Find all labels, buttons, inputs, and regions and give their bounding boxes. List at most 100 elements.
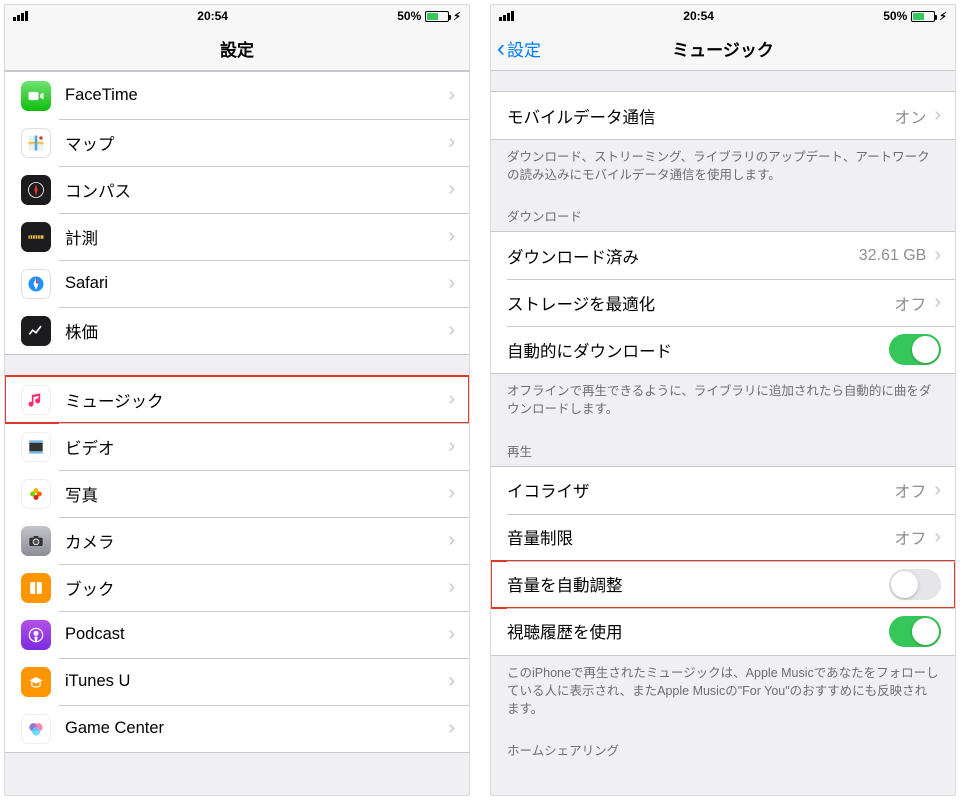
toggle-listening-history[interactable] xyxy=(889,616,941,647)
status-bar: 20:54 50% ⚡︎ xyxy=(5,5,469,27)
row-value: オフ xyxy=(894,291,926,315)
safari-icon xyxy=(21,269,51,299)
chevron-right-icon: › xyxy=(448,482,455,505)
row-label: コンパス xyxy=(65,178,448,202)
toggle-auto-download[interactable] xyxy=(889,334,941,365)
chevron-right-icon: › xyxy=(934,479,941,502)
chevron-right-icon: › xyxy=(448,717,455,740)
status-bar: 20:54 50% ⚡︎ xyxy=(491,5,955,27)
row-label: 計測 xyxy=(65,225,448,249)
status-time: 20:54 xyxy=(197,9,228,23)
settings-list[interactable]: FaceTime › マップ › コンパス › 計測 › xyxy=(5,71,469,795)
settings-row-stocks[interactable]: 株価 › xyxy=(5,307,469,354)
video-icon xyxy=(21,432,51,462)
settings-row-music[interactable]: ミュージック › xyxy=(5,376,469,423)
section-header: 再生 xyxy=(491,435,955,466)
chevron-right-icon: › xyxy=(448,388,455,411)
row-label: 音量を自動調整 xyxy=(507,572,889,596)
row-label: カメラ xyxy=(65,529,448,553)
row-listening-history[interactable]: 視聴履歴を使用 xyxy=(491,608,955,655)
chevron-right-icon: › xyxy=(448,435,455,458)
chevron-right-icon: › xyxy=(448,225,455,248)
battery-pct: 50% xyxy=(883,9,907,23)
row-label: ストレージを最適化 xyxy=(507,291,894,315)
settings-row-photos[interactable]: 写真 › xyxy=(5,470,469,517)
chevron-right-icon: › xyxy=(448,670,455,693)
compass-icon xyxy=(21,175,51,205)
settings-row-maps[interactable]: マップ › xyxy=(5,119,469,166)
battery-icon xyxy=(911,11,935,22)
row-label: iTunes U xyxy=(65,672,448,691)
settings-row-itunesu[interactable]: iTunes U › xyxy=(5,658,469,705)
signal-icon xyxy=(499,11,514,21)
settings-row-podcast[interactable]: Podcast › xyxy=(5,611,469,658)
row-label: ダウンロード済み xyxy=(507,244,859,268)
chevron-right-icon: › xyxy=(934,244,941,267)
music-settings-list[interactable]: モバイルデータ通信 オン › ダウンロード、ストリーミング、ライブラリのアップデ… xyxy=(491,71,955,795)
row-label: マップ xyxy=(65,131,448,155)
row-cellular-data[interactable]: モバイルデータ通信 オン › xyxy=(491,92,955,139)
chevron-right-icon: › xyxy=(448,272,455,295)
page-title: 設定 xyxy=(220,36,254,61)
settings-row-measure[interactable]: 計測 › xyxy=(5,213,469,260)
row-label: ミュージック xyxy=(65,388,448,412)
measure-icon xyxy=(21,222,51,252)
music-icon xyxy=(21,385,51,415)
podcast-icon xyxy=(21,620,51,650)
music-settings-screen: 20:54 50% ⚡︎ ‹ 設定 ミュージック モバイルデータ通信 オン › … xyxy=(490,4,956,796)
row-optimize-storage[interactable]: ストレージを最適化 オフ › xyxy=(491,279,955,326)
chevron-right-icon: › xyxy=(448,623,455,646)
row-downloaded[interactable]: ダウンロード済み 32.61 GB › xyxy=(491,232,955,279)
chevron-right-icon: › xyxy=(448,84,455,107)
toggle-sound-check[interactable] xyxy=(889,569,941,600)
chevron-right-icon: › xyxy=(448,319,455,342)
row-label: 株価 xyxy=(65,319,448,343)
battery-pct: 50% xyxy=(397,9,421,23)
nav-bar: ‹ 設定 ミュージック xyxy=(491,27,955,71)
facetime-icon xyxy=(21,81,51,111)
itunesu-icon xyxy=(21,667,51,697)
row-label: ブック xyxy=(65,576,448,600)
photos-icon xyxy=(21,479,51,509)
row-value: オフ xyxy=(894,478,926,502)
chevron-right-icon: › xyxy=(448,576,455,599)
page-title: ミュージック xyxy=(672,36,774,61)
chevron-right-icon: › xyxy=(934,291,941,314)
settings-root-screen: 20:54 50% ⚡︎ 設定 FaceTime › マップ › xyxy=(4,4,470,796)
row-volume-limit[interactable]: 音量制限 オフ › xyxy=(491,514,955,561)
back-button[interactable]: ‹ 設定 xyxy=(497,27,541,70)
row-eq[interactable]: イコライザ オフ › xyxy=(491,467,955,514)
row-label: 自動的にダウンロード xyxy=(507,338,889,362)
chevron-left-icon: ‹ xyxy=(497,35,505,63)
section-footer: このiPhoneで再生されたミュージックは、Apple Musicであなたをフォ… xyxy=(491,656,955,724)
row-label: 音量制限 xyxy=(507,525,894,549)
settings-row-video[interactable]: ビデオ › xyxy=(5,423,469,470)
maps-icon xyxy=(21,128,51,158)
row-auto-download[interactable]: 自動的にダウンロード xyxy=(491,326,955,373)
settings-row-gamecenter[interactable]: Game Center › xyxy=(5,705,469,752)
gamecenter-icon xyxy=(21,714,51,744)
camera-icon xyxy=(21,526,51,556)
books-icon xyxy=(21,573,51,603)
nav-bar: 設定 xyxy=(5,27,469,71)
charging-icon: ⚡︎ xyxy=(453,10,461,23)
settings-row-compass[interactable]: コンパス › xyxy=(5,166,469,213)
settings-row-camera[interactable]: カメラ › xyxy=(5,517,469,564)
chevron-right-icon: › xyxy=(448,178,455,201)
row-value: 32.61 GB xyxy=(859,247,927,265)
settings-row-safari[interactable]: Safari › xyxy=(5,260,469,307)
row-value: オフ xyxy=(894,525,926,549)
section-header: ホームシェアリング xyxy=(491,734,955,765)
chevron-right-icon: › xyxy=(934,526,941,549)
settings-row-books[interactable]: ブック › xyxy=(5,564,469,611)
chevron-right-icon: › xyxy=(448,529,455,552)
signal-icon xyxy=(13,11,28,21)
row-label: モバイルデータ通信 xyxy=(507,104,894,128)
row-label: イコライザ xyxy=(507,478,894,502)
settings-row-facetime[interactable]: FaceTime › xyxy=(5,72,469,119)
section-footer: オフラインで再生できるように、ライブラリに追加されたら自動的に曲をダウンロードし… xyxy=(491,374,955,424)
status-time: 20:54 xyxy=(683,9,714,23)
row-sound-check[interactable]: 音量を自動調整 xyxy=(491,561,955,608)
chevron-right-icon: › xyxy=(448,131,455,154)
row-label: ビデオ xyxy=(65,435,448,459)
